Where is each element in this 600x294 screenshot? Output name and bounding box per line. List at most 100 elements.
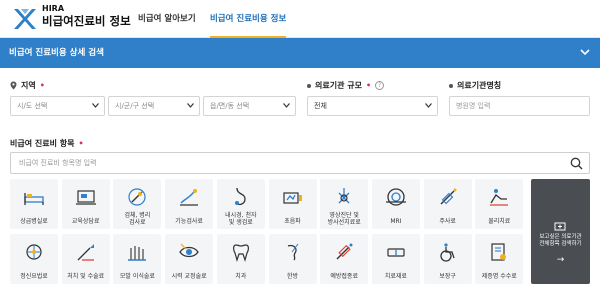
hira-logo-icon[interactable] — [12, 6, 38, 32]
category-tile[interactable]: 기능검사료 — [165, 179, 214, 229]
chevron-down-icon[interactable] — [580, 48, 590, 56]
tooth-icon — [232, 244, 249, 263]
chevron-down-icon — [283, 103, 290, 108]
scale-label: 의료기관 규모 • ? — [307, 80, 385, 91]
surgery-icon — [77, 244, 94, 261]
required-mark: • — [39, 81, 45, 90]
category-tile-label: 모발 이식술료 — [119, 273, 155, 280]
help-icon[interactable]: ? — [375, 81, 385, 90]
wheelchair-icon — [439, 243, 455, 262]
category-tile[interactable]: 검체, 병리 검사료 — [113, 179, 162, 229]
psych-icon — [26, 244, 42, 260]
category-tile[interactable]: 물리치료 — [475, 179, 524, 229]
category-tile-label: 치과 — [235, 273, 247, 280]
scale-select-text: 전체 — [314, 102, 327, 110]
lab-test-icon — [128, 188, 146, 206]
category-tile[interactable]: 치과 — [216, 234, 265, 284]
bullet-icon — [307, 83, 311, 88]
category-tile-label: 내시경, 천자 및 생검료 — [225, 212, 257, 226]
name-label: 의료기관명칭 — [449, 80, 501, 91]
detail-search-title: 비급여 진료비용 상세 검색 — [9, 48, 104, 58]
category-tile[interactable]: 예방접종료 — [320, 234, 369, 284]
scale-label-text: 의료기관 규모 — [315, 81, 362, 90]
name-label-text: 의료기관명칭 — [457, 81, 502, 90]
counsel-icon — [75, 190, 96, 205]
category-tile[interactable]: 정신요법료 — [10, 234, 58, 284]
category-tile-label: 기능검사료 — [175, 218, 203, 225]
items-label-text: 비급여 진료비 항목 — [10, 139, 75, 148]
full-search-button[interactable]: 보고싶은 의료기관 전체항목 검색하기 → — [531, 179, 590, 284]
dong-select[interactable]: 읍/면/동 선택 — [203, 96, 296, 116]
vision-icon — [179, 243, 199, 258]
category-tile-label: 초음파 — [284, 218, 301, 225]
chevron-down-icon — [425, 103, 432, 108]
syringe-icon — [440, 188, 457, 205]
category-tile[interactable]: 시력 교정술료 — [165, 234, 214, 284]
category-tile-label: 교육상담료 — [71, 218, 100, 225]
category-tile[interactable]: 내시경, 천자 및 생검료 — [216, 179, 265, 229]
items-search-input[interactable]: 비급여 진료비 항목명 입력 — [10, 152, 590, 174]
full-search-text: 보고싶은 의료기관 전체항목 검색하기 — [539, 234, 582, 247]
mri-icon — [385, 188, 406, 206]
required-mark: • — [365, 81, 372, 90]
category-tile[interactable]: 영상진단 및 방사선치료료 — [320, 179, 369, 229]
category-tile[interactable]: MRI — [371, 179, 420, 229]
category-tile-label: MRI — [390, 218, 402, 225]
category-tile[interactable]: 한방 — [268, 234, 317, 284]
header: HIRA 비급여진료비 정보 비급여 알아보기 비급여 진료비용 정보 — [0, 0, 600, 38]
brand-en: HIRA — [42, 4, 65, 13]
category-tile-label: 제증명 수수료 — [481, 273, 517, 280]
bullet-icon — [449, 83, 453, 88]
bed-icon — [24, 193, 44, 205]
category-tile[interactable]: 초음파 — [268, 179, 317, 229]
category-tile[interactable]: 상급병실료 — [10, 179, 58, 229]
sigungu-select-text: 시/군/구 선택 — [115, 102, 155, 110]
scale-select[interactable]: 전체 — [307, 96, 438, 116]
sido-select[interactable]: 시/도 선택 — [10, 96, 105, 116]
hair-icon — [128, 246, 147, 261]
required-mark: • — [78, 139, 84, 148]
brand-ko: 비급여진료비 정보 — [42, 14, 131, 28]
category-tile-label: 처치 및 수술료 — [67, 273, 105, 280]
category-tile-label: 보장구 — [439, 273, 456, 280]
category-tile[interactable]: 치료재료 — [371, 234, 420, 284]
sigungu-select[interactable]: 시/군/구 선택 — [108, 96, 200, 116]
region-label-text: 지역 — [21, 81, 36, 90]
category-tile-label: 시력 교정술료 — [171, 273, 207, 280]
region-label: 지역 • — [10, 80, 45, 91]
detail-search-bar[interactable]: 비급여 진료비용 상세 검색 — [0, 38, 600, 68]
radiology-icon — [338, 188, 350, 204]
sido-select-text: 시/도 선택 — [17, 102, 48, 110]
category-tile-label: 물리치료 — [488, 218, 511, 225]
function-test-icon — [180, 189, 199, 206]
category-tile-label: 영상진단 및 방사선치료료 — [327, 212, 361, 226]
vaccine-icon — [336, 243, 353, 260]
category-tile-label: 치료재료 — [384, 273, 407, 280]
category-tile[interactable]: 제증명 수수료 — [475, 234, 524, 284]
category-tile[interactable]: 보장구 — [423, 234, 472, 284]
category-tile-label: 검체, 병리 검사료 — [124, 212, 151, 226]
location-pin-icon — [10, 81, 17, 90]
search-icon[interactable] — [570, 157, 583, 170]
material-icon — [387, 248, 405, 257]
chevron-down-icon — [92, 103, 99, 108]
dong-select-text: 읍/면/동 선택 — [210, 102, 250, 110]
endoscope-icon — [234, 187, 246, 206]
hospital-icon — [554, 222, 566, 231]
acupuncture-icon — [287, 243, 298, 261]
category-tile[interactable]: 주사료 — [423, 179, 472, 229]
items-label: 비급여 진료비 항목 • — [10, 138, 84, 149]
category-tile-label: 정신요법료 — [20, 273, 48, 280]
physio-icon — [490, 189, 509, 206]
category-tile[interactable]: 모발 이식술료 — [113, 234, 162, 284]
nav-noncovered-cost[interactable]: 비급여 진료비용 정보 — [210, 0, 287, 38]
chevron-down-icon — [187, 103, 194, 108]
ultrasound-icon — [282, 192, 302, 204]
items-search-placeholder: 비급여 진료비 항목명 입력 — [19, 159, 97, 167]
category-tile-label: 주사료 — [439, 218, 456, 225]
nav-about-noncovered[interactable]: 비급여 알아보기 — [138, 0, 196, 38]
hospital-name-input[interactable]: 병원명 입력 — [449, 96, 590, 116]
category-tile[interactable]: 처치 및 수술료 — [61, 234, 110, 284]
category-tile-label: 상급병실료 — [20, 218, 48, 225]
category-tile[interactable]: 교육상담료 — [61, 179, 110, 229]
